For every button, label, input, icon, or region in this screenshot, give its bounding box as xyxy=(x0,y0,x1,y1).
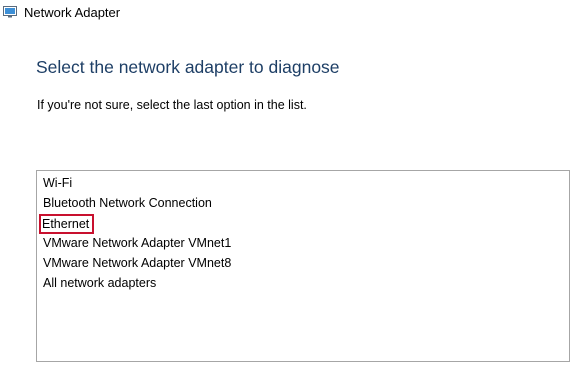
adapter-item-vmnet1[interactable]: VMware Network Adapter VMnet1 xyxy=(41,234,233,252)
adapter-item-label: All network adapters xyxy=(43,276,157,290)
title-bar: Network Adapter xyxy=(0,0,584,28)
adapter-item-all[interactable]: All network adapters xyxy=(41,274,158,292)
adapter-item-wifi[interactable]: Wi-Fi xyxy=(41,174,74,192)
adapter-item-vmnet8[interactable]: VMware Network Adapter VMnet8 xyxy=(41,254,233,272)
adapter-list[interactable]: Wi-Fi Bluetooth Network Connection Ether… xyxy=(36,170,570,362)
network-adapter-icon xyxy=(3,6,17,18)
adapter-item-ethernet[interactable]: Ethernet xyxy=(39,214,95,234)
adapter-item-label: VMware Network Adapter VMnet8 xyxy=(43,256,232,270)
adapter-item-label: Wi-Fi xyxy=(43,176,73,190)
adapter-item-bluetooth[interactable]: Bluetooth Network Connection xyxy=(41,194,214,212)
page-heading: Select the network adapter to diagnose xyxy=(36,57,340,77)
adapter-item-label: VMware Network Adapter VMnet1 xyxy=(43,236,232,250)
instruction-text: If you're not sure, select the last opti… xyxy=(37,98,307,112)
adapter-item-label: Bluetooth Network Connection xyxy=(43,196,212,210)
adapter-item-label: Ethernet xyxy=(39,214,95,234)
window-title: Network Adapter xyxy=(24,5,121,20)
